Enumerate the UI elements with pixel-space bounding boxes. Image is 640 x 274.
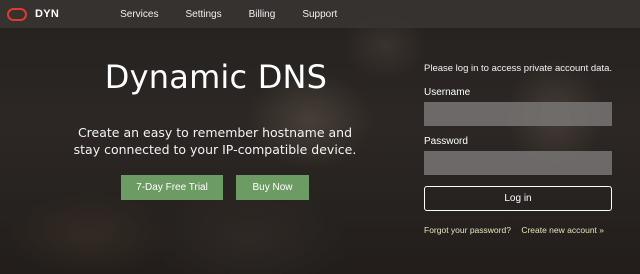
buy-now-button[interactable]: Buy Now xyxy=(236,175,309,200)
login-form: Please log in to access private account … xyxy=(424,63,614,235)
free-trial-button[interactable]: 7-Day Free Trial xyxy=(121,175,223,200)
hero-title: Dynamic DNS xyxy=(104,58,328,96)
username-label: Username xyxy=(424,87,471,98)
nav-item-support[interactable]: Support xyxy=(302,9,337,20)
login-button[interactable]: Log in xyxy=(424,186,612,211)
forgot-password-link[interactable]: Forgot your password? xyxy=(424,225,511,235)
nav-item-services[interactable]: Services xyxy=(120,9,158,20)
hero-subtitle: Create an easy to remember hostname and … xyxy=(73,125,357,157)
create-account-link[interactable]: Create new account » xyxy=(521,225,604,235)
login-intro-text: Please log in to access private account … xyxy=(424,63,613,74)
username-input[interactable] xyxy=(424,102,612,126)
main-nav: Services Settings Billing Support xyxy=(120,9,364,20)
brand-name: DYN xyxy=(35,8,60,20)
password-label: Password xyxy=(424,136,468,147)
top-navigation-bar: DYN Services Settings Billing Support xyxy=(0,0,640,28)
nav-item-settings[interactable]: Settings xyxy=(185,9,221,20)
login-links: Forgot your password? Create new account… xyxy=(424,225,614,235)
brand-home-link[interactable]: DYN xyxy=(7,7,60,21)
password-input[interactable] xyxy=(424,151,612,175)
nav-item-billing[interactable]: Billing xyxy=(249,9,276,20)
oracle-logo-icon xyxy=(7,7,27,21)
